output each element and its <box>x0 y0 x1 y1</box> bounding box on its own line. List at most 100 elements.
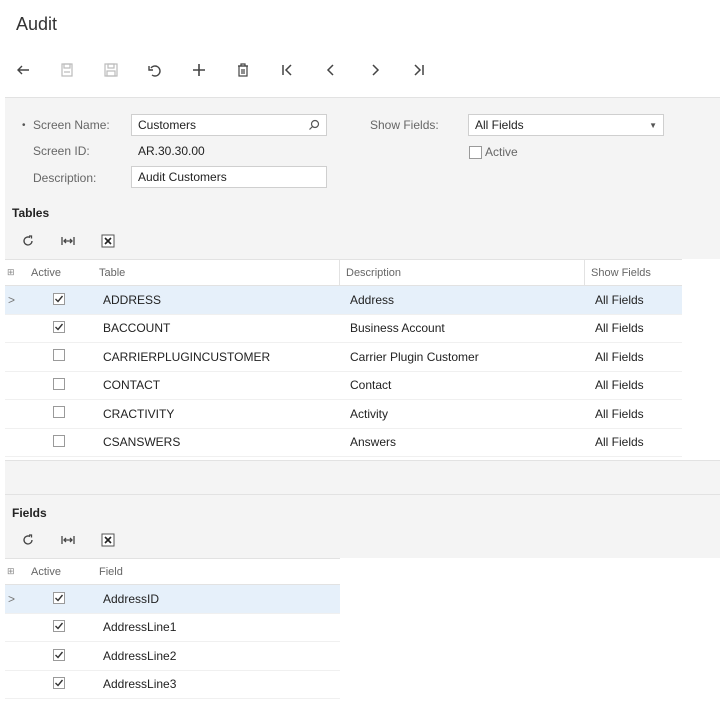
list-item[interactable]: > AddressID <box>5 585 340 614</box>
first-button[interactable] <box>274 57 300 83</box>
fields-title: Fields <box>12 506 47 520</box>
col-field[interactable]: Field <box>93 566 333 578</box>
row-description: Address <box>350 292 395 307</box>
add-button[interactable] <box>186 57 212 83</box>
row-table-name: ADDRESS <box>103 292 162 307</box>
row-active-cell <box>25 434 93 450</box>
show-fields-select[interactable]: All Fields ▼ <box>468 114 664 136</box>
fields-grid-header: ⊞ Active Field <box>5 558 340 585</box>
screen-name-value: Customers <box>138 118 197 132</box>
required-marker: • <box>22 120 26 131</box>
previous-icon <box>326 64 334 76</box>
screen-name-field[interactable]: Customers <box>131 114 327 136</box>
plus-icon <box>193 64 205 76</box>
previous-button[interactable] <box>318 57 344 83</box>
fields-grid: ⊞ Active Field > AddressID AddressLine1 Add… <box>5 558 340 699</box>
undo-icon <box>148 65 161 77</box>
tables-title: Tables <box>12 206 50 220</box>
list-item[interactable]: AddressLine1 <box>5 613 340 642</box>
col-description[interactable]: Description <box>340 267 584 279</box>
save-close-button[interactable] <box>54 57 80 83</box>
fields-export-excel-button[interactable] <box>98 530 118 550</box>
description-label: Description: <box>33 171 97 185</box>
tables-grid-toolbar <box>18 231 138 251</box>
save-close-icon <box>61 63 73 77</box>
list-item[interactable]: AddressLine3 <box>5 670 340 699</box>
table-row[interactable]: CSANSWERS Answers All Fields <box>5 428 682 457</box>
row-active-cell <box>25 377 93 393</box>
row-active-checkbox[interactable] <box>53 434 65 447</box>
first-icon <box>282 64 292 76</box>
tables-grid: ⊞ Active Table Description Show Fields >… <box>5 259 682 457</box>
save-button[interactable] <box>98 57 124 83</box>
excel-icon <box>101 533 115 547</box>
next-button[interactable] <box>362 57 388 83</box>
active-checkbox[interactable] <box>469 145 482 159</box>
back-arrow-icon <box>17 65 29 75</box>
fit-to-width-icon <box>61 237 75 245</box>
excel-icon <box>101 234 115 248</box>
row-show-fields: All Fields <box>595 435 644 450</box>
row-active-cell <box>25 677 93 691</box>
row-description: Carrier Plugin Customer <box>350 349 479 364</box>
row-active-cell <box>25 406 93 421</box>
page-title: Audit <box>16 14 58 34</box>
cancel-button[interactable] <box>142 57 168 83</box>
row-indicator: > <box>8 292 16 307</box>
fields-grid-toolbar <box>18 530 138 550</box>
row-active-checkbox[interactable] <box>53 406 65 419</box>
row-active-cell <box>25 321 93 335</box>
tables-grid-footer <box>5 460 720 494</box>
table-row[interactable]: BACCOUNT Business Account All Fields <box>5 314 682 343</box>
row-indicator: > <box>8 591 16 606</box>
row-active-checkbox[interactable] <box>53 349 65 362</box>
description-value: Audit Customers <box>138 170 227 184</box>
table-row[interactable]: CONTACT Contact All Fields <box>5 371 682 400</box>
col-active[interactable]: Active <box>25 566 93 578</box>
row-active-cell <box>25 349 93 364</box>
fields-refresh-button[interactable] <box>18 530 38 550</box>
row-table-name: CONTACT <box>103 378 161 393</box>
row-field-name: AddressLine2 <box>103 648 177 663</box>
row-active-checkbox[interactable] <box>53 377 65 390</box>
refresh-icon <box>23 235 33 246</box>
show-fields-label: Show Fields: <box>370 118 439 132</box>
tables-export-excel-button[interactable] <box>98 231 118 251</box>
list-item[interactable]: AddressLine2 <box>5 642 340 671</box>
table-row[interactable]: CARRIERPLUGINCUSTOMER Carrier Plugin Cust… <box>5 343 682 372</box>
row-active-checkbox[interactable] <box>53 591 65 604</box>
row-show-fields: All Fields <box>595 292 644 307</box>
dropdown-arrow-icon: ▼ <box>649 120 657 130</box>
table-row[interactable]: > ADDRESS Address All Fields <box>5 286 682 315</box>
col-show-fields[interactable]: Show Fields <box>585 267 677 279</box>
row-active-checkbox[interactable] <box>53 677 65 690</box>
last-button[interactable] <box>406 57 432 83</box>
row-description: Answers <box>350 435 397 450</box>
row-description: Activity <box>350 406 389 421</box>
row-show-fields: All Fields <box>595 349 644 364</box>
delete-button[interactable] <box>230 57 256 83</box>
row-active-checkbox[interactable] <box>53 292 65 305</box>
row-show-fields: All Fields <box>595 378 644 393</box>
tables-fit-columns-button[interactable] <box>58 231 78 251</box>
table-row[interactable]: CRACTIVITY Activity All Fields <box>5 400 682 429</box>
trash-icon <box>238 63 248 77</box>
screen-id-value: AR.30.30.00 <box>138 144 205 158</box>
grid-settings-icon[interactable]: ⊞ <box>5 566 25 577</box>
row-active-checkbox[interactable] <box>53 648 65 661</box>
grid-settings-icon[interactable]: ⊞ <box>5 267 25 278</box>
row-active-cell <box>25 292 93 307</box>
search-icon[interactable] <box>308 119 320 131</box>
screen-name-label: Screen Name: <box>33 118 110 132</box>
row-active-cell <box>25 648 93 663</box>
row-active-checkbox[interactable] <box>53 620 65 633</box>
fields-fit-columns-button[interactable] <box>58 530 78 550</box>
last-icon <box>414 64 424 76</box>
row-field-name: AddressID <box>103 591 160 606</box>
col-active[interactable]: Active <box>25 267 93 279</box>
description-field[interactable]: Audit Customers <box>131 166 327 188</box>
tables-refresh-button[interactable] <box>18 231 38 251</box>
row-active-checkbox[interactable] <box>53 321 65 334</box>
col-table[interactable]: Table <box>93 267 339 279</box>
back-button[interactable] <box>10 57 36 83</box>
